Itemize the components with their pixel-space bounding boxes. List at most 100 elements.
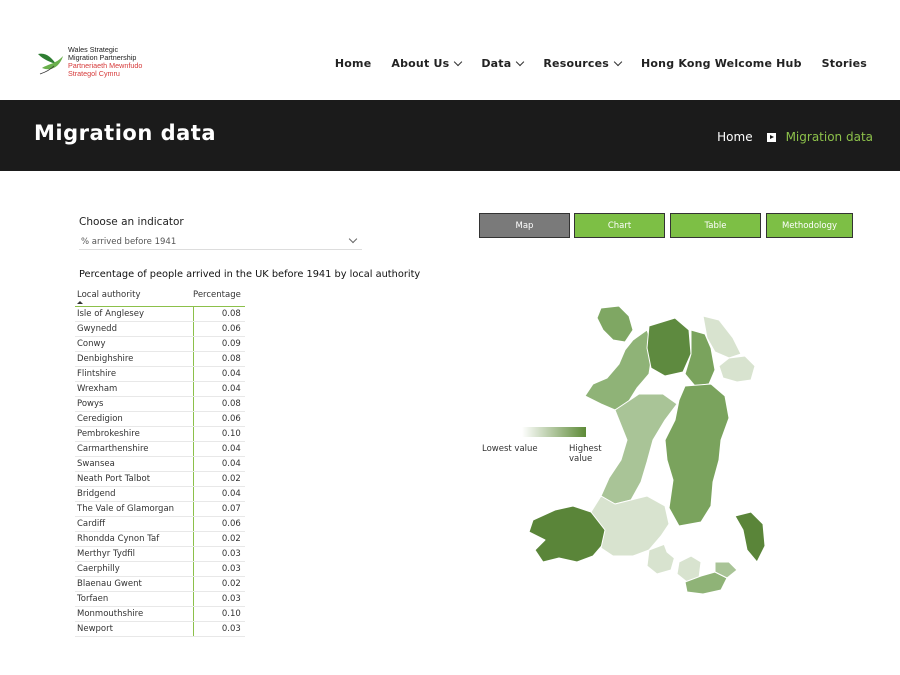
- local-authority-cell: Denbighshire: [75, 351, 193, 367]
- indicator-dropdown[interactable]: % arrived before 1941: [79, 233, 362, 250]
- tab-methodology[interactable]: Methodology: [766, 213, 853, 238]
- table-row[interactable]: Caerphilly 0.03: [75, 561, 245, 577]
- table-row[interactable]: Cardiff 0.06: [75, 516, 245, 532]
- map-region-wrexham[interactable]: [718, 355, 756, 383]
- table-row[interactable]: Carmarthenshire 0.04: [75, 441, 245, 457]
- page-banner: Migration data Home Migration data: [0, 100, 900, 171]
- column-header-percentage[interactable]: Percentage: [193, 287, 245, 307]
- sort-ascending-icon: [77, 301, 83, 304]
- main-nav: Home About Us Data Resources Hong Kong W…: [315, 57, 867, 70]
- table-row[interactable]: Torfaen 0.03: [75, 591, 245, 607]
- percentage-cell: 0.02: [192, 471, 245, 487]
- nav-stories[interactable]: Stories: [822, 57, 867, 70]
- nav-home[interactable]: Home: [335, 57, 372, 70]
- local-authority-cell: Bridgend: [75, 486, 193, 502]
- chevron-down-icon: [348, 234, 358, 244]
- local-authority-table: Local authority Percentage Isle of Angle…: [75, 287, 245, 637]
- wales-map-svg: [528, 305, 766, 595]
- wales-choropleth-map[interactable]: [515, 300, 775, 600]
- table-row[interactable]: Rhondda Cynon Taf 0.02: [75, 531, 245, 547]
- nav-resources-label: Resources: [543, 57, 610, 70]
- indicator-label: Choose an indicator: [79, 216, 184, 228]
- percentage-cell: 0.03: [192, 591, 245, 607]
- table-row[interactable]: Monmouthshire 0.10: [75, 606, 245, 622]
- table-header-row: Local authority Percentage: [75, 287, 245, 307]
- nav-data[interactable]: Data: [481, 57, 525, 70]
- bird-logo-icon: [38, 53, 63, 75]
- table-row[interactable]: Ceredigion 0.06: [75, 411, 245, 427]
- indicator-selected-value: % arrived before 1941: [81, 237, 177, 247]
- local-authority-cell: Blaenau Gwent: [75, 576, 193, 592]
- local-authority-cell: Caerphilly: [75, 561, 193, 577]
- percentage-cell: 0.09: [192, 336, 245, 352]
- percentage-cell: 0.10: [192, 606, 245, 622]
- local-authority-cell: Torfaen: [75, 591, 193, 607]
- local-authority-cell: Gwynedd: [75, 321, 193, 337]
- nav-hk-label: Hong Kong Welcome Hub: [641, 57, 802, 70]
- percentage-cell: 0.08: [192, 306, 245, 322]
- table-row[interactable]: Swansea 0.04: [75, 456, 245, 472]
- nav-hong-kong-welcome-hub[interactable]: Hong Kong Welcome Hub: [641, 57, 802, 70]
- table-row[interactable]: Wrexham 0.04: [75, 381, 245, 397]
- table-body: Isle of Anglesey 0.08 Gwynedd 0.06 Conwy 0.09…: [75, 306, 245, 637]
- local-authority-cell: Swansea: [75, 456, 193, 472]
- local-authority-cell: Newport: [75, 621, 193, 637]
- table-row[interactable]: Powys 0.08: [75, 396, 245, 412]
- nav-about-us-label: About Us: [391, 57, 450, 70]
- local-authority-cell: Ceredigion: [75, 411, 193, 427]
- table-row[interactable]: Pembrokeshire 0.10: [75, 426, 245, 442]
- tab-table[interactable]: Table: [670, 213, 761, 238]
- percentage-cell: 0.08: [192, 351, 245, 367]
- nav-resources[interactable]: Resources: [543, 57, 623, 70]
- map-region-conwy[interactable]: [646, 317, 692, 377]
- logo-text: Wales Strategic Migration Partnership Pa…: [68, 46, 142, 78]
- table-title: Percentage of people arrived in the UK b…: [79, 269, 421, 280]
- percentage-cell: 0.04: [192, 456, 245, 472]
- local-authority-cell: Cardiff: [75, 516, 193, 532]
- percentage-cell: 0.02: [192, 576, 245, 592]
- table-row[interactable]: Merthyr Tydfil 0.03: [75, 546, 245, 562]
- local-authority-cell: Conwy: [75, 336, 193, 352]
- table-row[interactable]: Denbighshire 0.08: [75, 351, 245, 367]
- chevron-down-icon: [613, 57, 623, 66]
- chevron-down-icon: [516, 57, 525, 66]
- table-row[interactable]: Bridgend 0.04: [75, 486, 245, 502]
- table-row[interactable]: Isle of Anglesey 0.08: [75, 306, 245, 322]
- percentage-cell: 0.04: [192, 381, 245, 397]
- table-row[interactable]: Neath Port Talbot 0.02: [75, 471, 245, 487]
- view-tabs: Map Chart Table Methodology: [479, 213, 853, 238]
- local-authority-cell: Merthyr Tydfil: [75, 546, 193, 562]
- nav-home-label: Home: [334, 57, 372, 70]
- local-authority-cell: Monmouthshire: [75, 606, 193, 622]
- site-logo[interactable]: Wales Strategic Migration Partnership Pa…: [36, 46, 166, 86]
- tab-chart[interactable]: Chart: [574, 213, 665, 238]
- table-row[interactable]: Conwy 0.09: [75, 336, 245, 352]
- table-row[interactable]: The Vale of Glamorgan 0.07: [75, 501, 245, 517]
- percentage-cell: 0.03: [192, 546, 245, 562]
- local-authority-cell: Carmarthenshire: [75, 441, 193, 457]
- map-region-isle-of-anglesey[interactable]: [596, 305, 634, 343]
- percentage-cell: 0.10: [192, 426, 245, 442]
- local-authority-cell: Neath Port Talbot: [75, 471, 193, 487]
- site-header: Wales Strategic Migration Partnership Pa…: [0, 0, 900, 100]
- tab-map[interactable]: Map: [479, 213, 570, 238]
- table-row[interactable]: Gwynedd 0.06: [75, 321, 245, 337]
- percentage-cell: 0.06: [192, 516, 245, 532]
- percentage-cell: 0.07: [192, 501, 245, 517]
- logo-cy-line2: Strategol Cymru: [68, 69, 120, 78]
- table-row[interactable]: Newport 0.03: [75, 621, 245, 637]
- column-header-local-authority[interactable]: Local authority: [75, 287, 193, 307]
- table-row[interactable]: Blaenau Gwent 0.02: [75, 576, 245, 592]
- nav-about-us[interactable]: About Us: [391, 57, 463, 70]
- local-authority-cell: The Vale of Glamorgan: [75, 501, 193, 517]
- breadcrumb-arrow-icon: [766, 132, 776, 142]
- map-region-caerphilly[interactable]: [716, 531, 736, 563]
- percentage-cell: 0.08: [192, 396, 245, 412]
- local-authority-cell: Powys: [75, 396, 193, 412]
- nav-stories-label: Stories: [821, 57, 867, 70]
- table-row[interactable]: Flintshire 0.04: [75, 366, 245, 382]
- chevron-down-icon: [454, 57, 463, 66]
- percentage-cell: 0.03: [192, 621, 245, 637]
- breadcrumb-home-link[interactable]: Home: [717, 130, 752, 144]
- local-authority-cell: Rhondda Cynon Taf: [75, 531, 193, 547]
